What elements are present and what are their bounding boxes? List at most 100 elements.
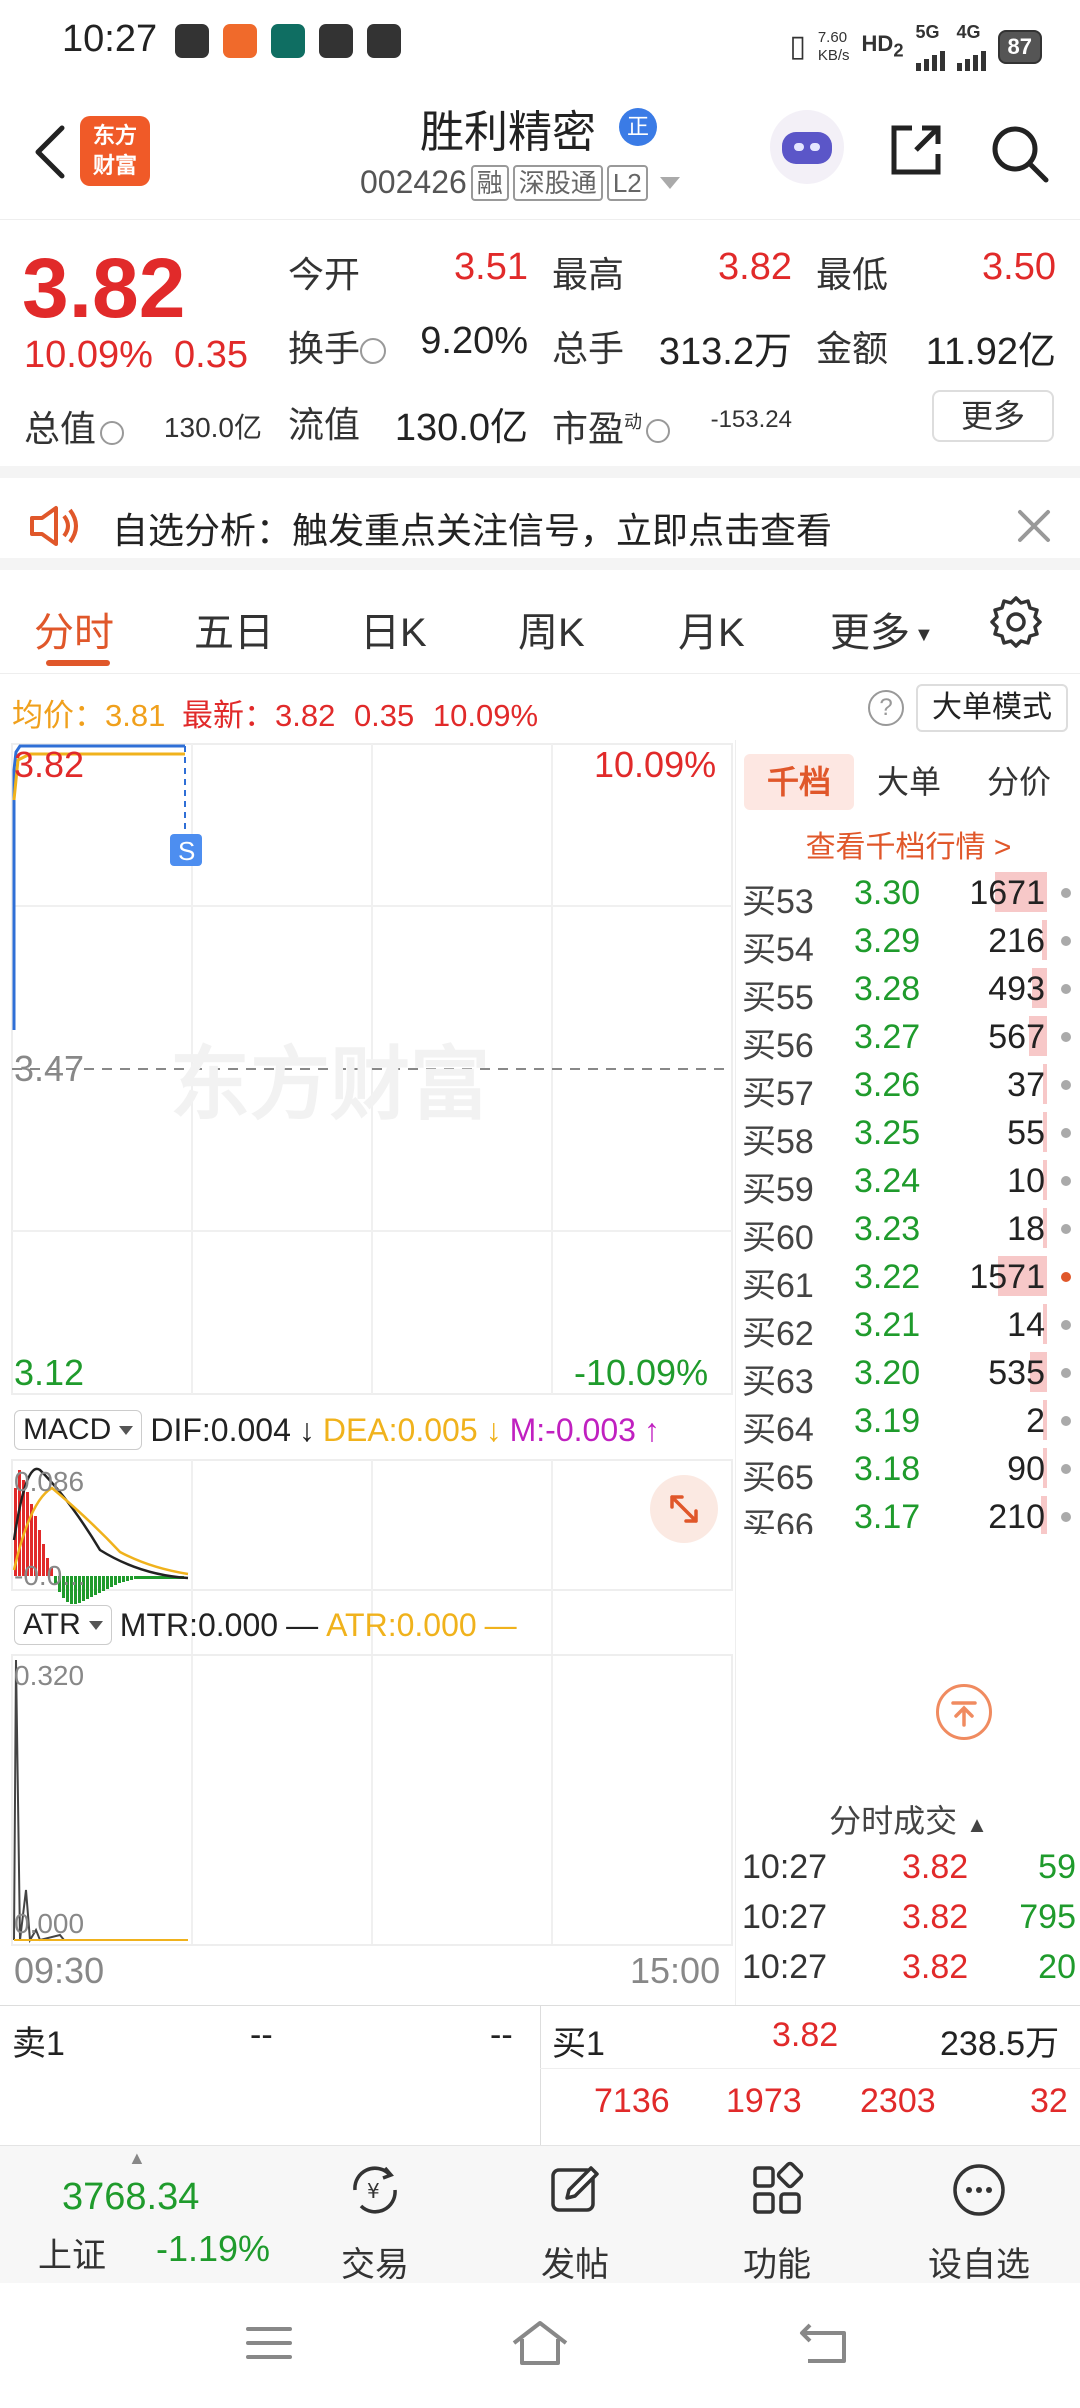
level1-strip: 卖1 -- -- 买1 3.82 238.5万 7136 1973 2303 3… <box>0 2005 1080 2146</box>
ai-assistant-icon[interactable] <box>770 110 844 184</box>
bottom-pct-label: -10.09% <box>574 1352 709 1393</box>
close-icon[interactable] <box>1014 506 1054 546</box>
post-button[interactable]: 发帖 <box>510 2160 640 2286</box>
add-watchlist-button[interactable]: 设自选 <box>914 2160 1044 2286</box>
status-dot <box>1061 1080 1071 1090</box>
help-icon[interactable]: ? <box>868 690 904 726</box>
macd-m: M:-0.003 <box>509 1411 636 1448</box>
order-book-row[interactable]: 买61 3.22 1571 <box>736 1252 1080 1305</box>
mktcap-value: 130.0亿 <box>163 412 262 443</box>
margin-tag: 融 <box>470 164 509 201</box>
tab-price-distribution[interactable]: 分价 <box>964 754 1074 810</box>
network-5g: 5G <box>915 22 940 42</box>
status-dot <box>1061 888 1071 898</box>
index-value[interactable]: 3768.34 <box>62 2176 199 2219</box>
atr-mtr: MTR:0.000 <box>119 1606 279 1643</box>
speaker-icon <box>30 506 78 546</box>
tick-volume: 59 <box>1038 1848 1076 1886</box>
buy1-volume: 238.5万 <box>940 2025 1060 2063</box>
level-price: 3.24 <box>854 1162 921 1200</box>
high-label: 最高 <box>552 254 625 295</box>
back-nav-icon[interactable] <box>796 2319 852 2367</box>
high-value: 3.82 <box>718 246 792 288</box>
info-icon[interactable] <box>646 419 671 444</box>
pe-value: -153.24 <box>710 406 792 433</box>
tab-daily-k[interactable]: 日K <box>360 600 427 658</box>
pencil-square-icon <box>551 2166 599 2212</box>
arrow-down-icon: ↓ <box>298 1411 315 1448</box>
order-book-row[interactable]: 买59 3.24 10 <box>736 1156 1080 1209</box>
change-amount: 0.35 <box>174 334 248 376</box>
order-book-row[interactable]: 买54 3.29 216 <box>736 916 1080 969</box>
logo-line-1: 东方 <box>92 123 137 148</box>
tab-weekly-k[interactable]: 周K <box>518 600 585 658</box>
stock-code-row[interactable]: 002426 融 深股通 L2 <box>360 164 680 201</box>
order-book-row[interactable]: 买53 3.30 1671 <box>736 868 1080 921</box>
tick-row: 10:27 3.82 795 <box>742 1898 1080 1948</box>
tab-intraday[interactable]: 分时 <box>34 600 114 658</box>
level-price: 3.17 <box>854 1498 921 1534</box>
order-book-row[interactable]: 买57 3.26 37 <box>736 1060 1080 1113</box>
back-arrow-icon[interactable] <box>28 122 72 182</box>
home-icon[interactable] <box>508 2317 572 2369</box>
scroll-top-icon[interactable] <box>936 1684 992 1740</box>
app-notification-icon <box>223 24 257 58</box>
more-quote-button[interactable]: 更多 <box>932 390 1054 442</box>
ticks-header[interactable]: 分时成交 ▲ <box>736 1796 1080 1842</box>
app-notification-icon <box>271 24 305 58</box>
float-value: 130.0亿 <box>394 407 528 449</box>
level-volume: 210 <box>988 1498 1045 1534</box>
tab-big-orders[interactable]: 大单 <box>854 754 964 810</box>
info-icon[interactable] <box>100 421 125 446</box>
sell1-label: 卖1 <box>12 2025 65 2063</box>
order-book-row[interactable]: 买56 3.27 567 <box>736 1012 1080 1065</box>
order-book-row[interactable]: 买62 3.21 14 <box>736 1300 1080 1353</box>
order-book-row[interactable]: 买63 3.20 535 <box>736 1348 1080 1401</box>
gear-icon[interactable] <box>988 594 1044 650</box>
atr-top-tick: 0.320 <box>14 1660 85 1691</box>
signal-banner[interactable]: 自选分析：触发重点关注信号，立即点击查看 <box>0 466 1080 570</box>
level-price: 3.20 <box>854 1354 921 1392</box>
bottom-toolbar: ▲ 3768.34 上证 -1.19% ¥ 交易 发帖 功能 设自选 <box>0 2145 1080 2286</box>
order-book-row[interactable]: 买55 3.28 493 <box>736 964 1080 1017</box>
order-book-row[interactable]: 买66 3.17 210 <box>736 1492 1080 1534</box>
view-depth-link[interactable]: 查看千档行情 > <box>736 822 1080 866</box>
tab-monthly-k[interactable]: 月K <box>678 600 745 658</box>
share-icon[interactable] <box>886 120 946 180</box>
trade-button[interactable]: ¥ 交易 <box>310 2160 440 2286</box>
tick-price: 3.82 <box>902 1948 969 1986</box>
mktcap-label: 总值 <box>24 400 125 452</box>
tick-row: 10:27 3.82 20 <box>742 1948 1080 1998</box>
search-icon[interactable] <box>988 122 1050 184</box>
atr-bottom-tick: 0.000 <box>14 1908 85 1939</box>
tab-five-day[interactable]: 五日 <box>194 600 274 658</box>
status-dot <box>1061 1464 1071 1474</box>
expand-icon[interactable] <box>650 1475 718 1543</box>
tab-thousand-levels[interactable]: 千档 <box>744 754 854 810</box>
intraday-chart[interactable]: 东方财富 S 3.82 10.09% 3.47 3.12 -10.09% MAC… <box>0 740 735 2010</box>
order-book-row[interactable]: 买60 3.23 18 <box>736 1204 1080 1257</box>
chevron-down-icon <box>659 176 680 189</box>
macd-selector[interactable]: MACD <box>14 1410 143 1450</box>
tick-price: 3.82 <box>902 1848 969 1886</box>
order-book-row[interactable]: 买58 3.25 55 <box>736 1108 1080 1161</box>
caret-up-icon: ▲ <box>966 1812 988 1837</box>
order-book-row[interactable]: 买64 3.19 2 <box>736 1396 1080 1449</box>
atr-selector[interactable]: ATR <box>14 1605 112 1645</box>
tab-more[interactable]: 更多 ▼ <box>830 600 934 658</box>
open-label: 今开 <box>288 254 361 295</box>
menu-icon[interactable] <box>244 2323 294 2363</box>
trade-label: 交易 <box>341 2246 409 2284</box>
svg-text:¥: ¥ <box>367 2179 380 2203</box>
big-order-mode-button[interactable]: 大单模式 <box>916 684 1068 732</box>
legend-line: — <box>484 1606 517 1643</box>
info-icon[interactable] <box>360 338 387 365</box>
battery-indicator: 87 <box>997 29 1042 64</box>
order-book-row[interactable]: 买65 3.18 90 <box>736 1444 1080 1497</box>
sell1-volume: -- <box>490 2016 513 2054</box>
app-notification-icon <box>175 24 209 58</box>
functions-button[interactable]: 功能 <box>712 2160 842 2286</box>
order-book-list[interactable]: 买53 3.30 1671 买54 3.29 216 买55 3.28 493 买56 3.27 56… <box>736 868 1080 1534</box>
app-logo[interactable]: 东方 财富 <box>80 116 150 186</box>
post-label: 发帖 <box>541 2246 609 2284</box>
